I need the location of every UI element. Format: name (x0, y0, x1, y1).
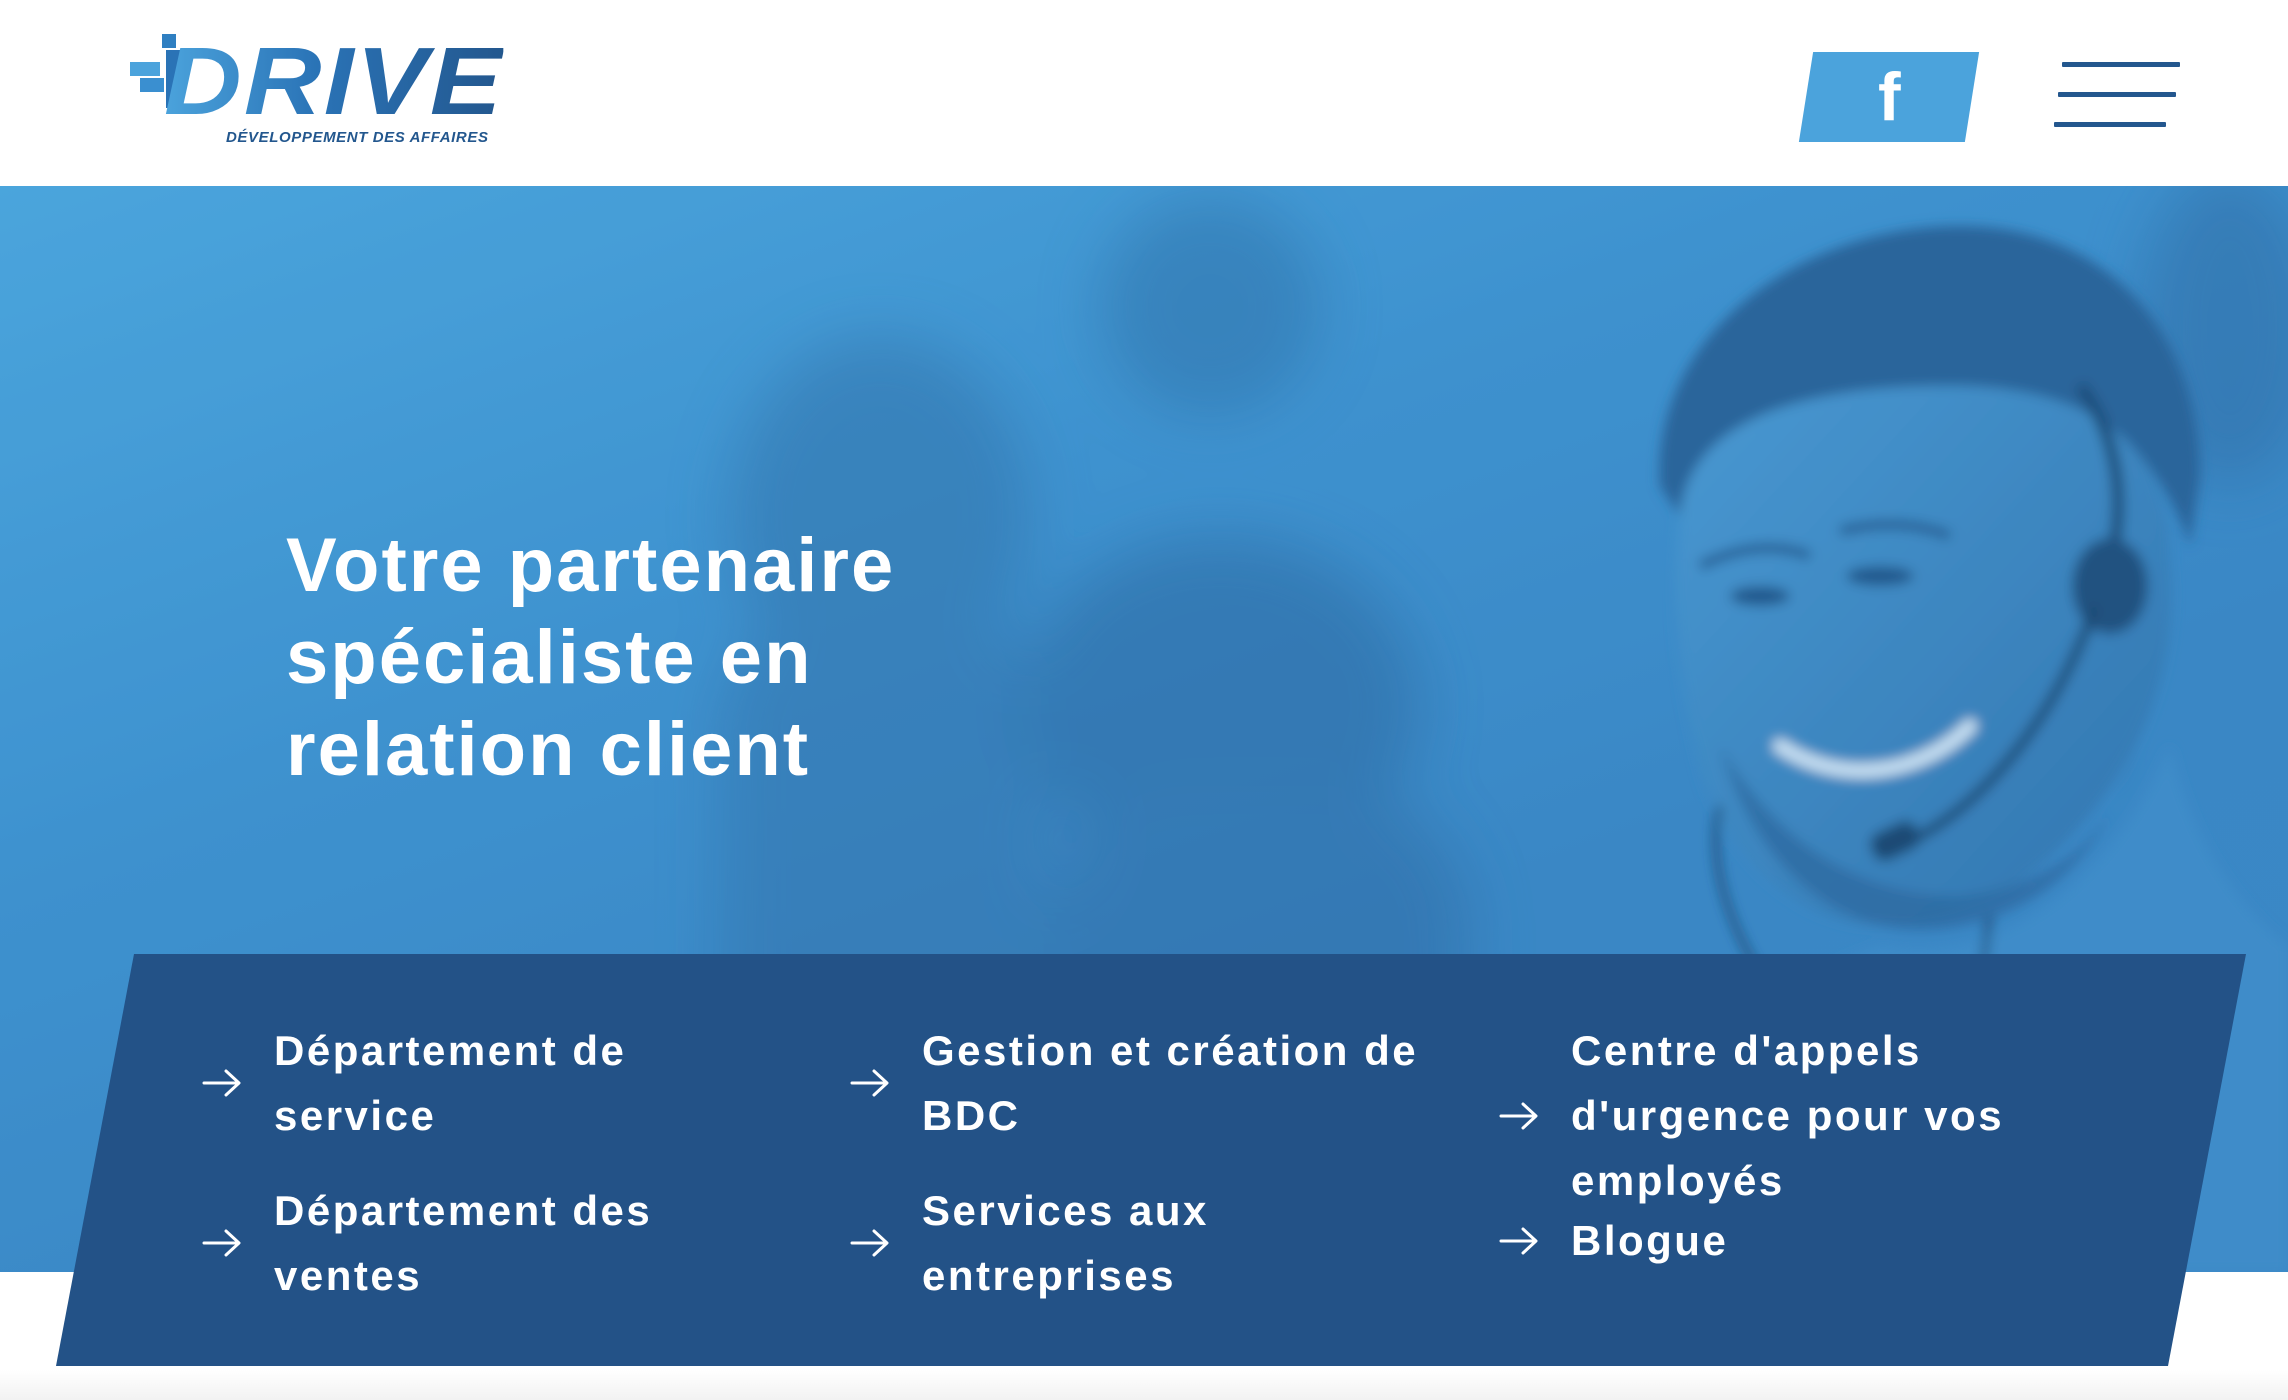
service-link-business-services[interactable]: Services aux entreprises (850, 1178, 1410, 1308)
drive-logo[interactable]: DRIVE DÉVELOPPEMENT DES AFFAIRES (126, 34, 502, 154)
page-bottom-divider (0, 1370, 2288, 1400)
facebook-button[interactable]: f (1798, 52, 1980, 142)
hero-title-line: Votre partenaire (286, 523, 896, 608)
service-link-label: Gestion et création de BDC (922, 1027, 1419, 1139)
hero-title-line: relation client (286, 707, 811, 792)
service-link-sales-department[interactable]: Département des ventes (202, 1178, 762, 1308)
hamburger-menu-button[interactable] (2052, 58, 2182, 134)
hero-title-line: spécialiste en (286, 615, 813, 700)
services-panel: Département de service Département des v… (56, 954, 2246, 1366)
service-link-bdc-management[interactable]: Gestion et création de BDC (850, 1018, 1470, 1148)
arrow-right-icon (1499, 1102, 1538, 1129)
arrow-right-icon (1499, 1227, 1538, 1254)
arrow-right-icon (850, 1229, 889, 1257)
logo-wordmark: DRIVE (164, 28, 504, 135)
service-link-service-department[interactable]: Département de service (202, 1018, 762, 1148)
arrow-right-icon (202, 1069, 241, 1097)
facebook-icon: f (1877, 59, 1901, 135)
hero-title: Votre partenaire spécialiste en relation… (286, 520, 1046, 796)
arrow-right-icon (202, 1229, 241, 1257)
service-link-label: Blogue (1571, 1217, 1729, 1264)
menu-line-icon (2054, 122, 2166, 127)
logo-tagline: DÉVELOPPEMENT DES AFFAIRES (226, 129, 489, 146)
menu-line-icon (2062, 62, 2180, 67)
service-link-label: Services aux entreprises (922, 1187, 1209, 1299)
site-header: DRIVE DÉVELOPPEMENT DES AFFAIRES f (0, 0, 2288, 186)
service-link-label: Centre d'appels d'urgence pour vos emplo… (1571, 1027, 2005, 1204)
service-link-blog[interactable]: Blogue (1499, 1208, 2059, 1273)
menu-line-icon (2058, 92, 2176, 97)
arrow-right-icon (850, 1069, 889, 1097)
service-link-label: Département des ventes (274, 1187, 653, 1299)
service-link-emergency-call-center[interactable]: Centre d'appels d'urgence pour vos emplo… (1499, 1018, 2079, 1213)
service-link-label: Département de service (274, 1027, 627, 1139)
